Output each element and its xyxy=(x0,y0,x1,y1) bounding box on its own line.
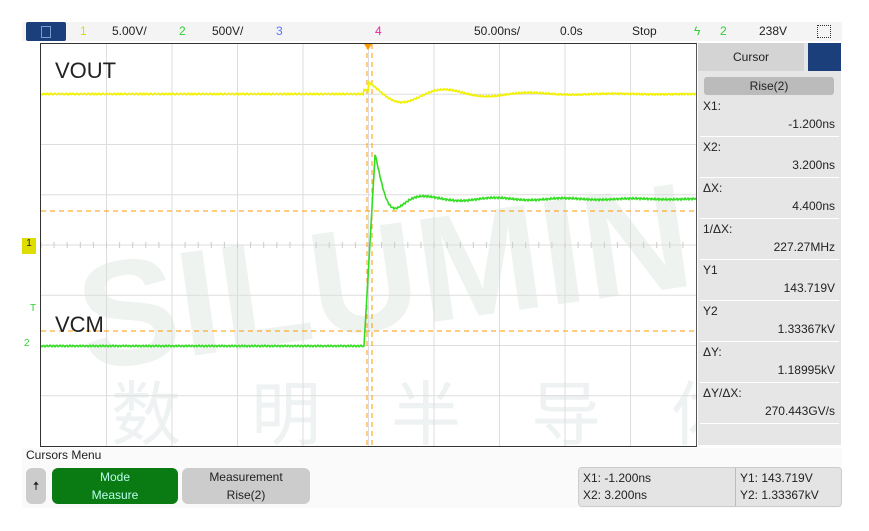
ch1-ground-marker[interactable]: 1 xyxy=(22,238,36,254)
trigger-edge-icon: ϟ xyxy=(694,24,701,38)
cursor-row-value: 1.33367kV xyxy=(777,322,835,336)
menu-icon xyxy=(41,26,51,38)
trigger-level[interactable]: 238V xyxy=(759,24,787,38)
cursor-sidebar: Cursor Rise(2) X1: -1.200ns X2: 3.200ns … xyxy=(698,43,841,445)
waveform-display[interactable]: SILUMIN数明半导体 VOUT VCM xyxy=(40,43,741,454)
vcm-label: VCM xyxy=(55,312,104,337)
measurement-label: Measurement xyxy=(209,470,283,484)
cursor-row-value: 4.400ns xyxy=(792,199,835,213)
cursor-readout: X1: -1.200ns X2: 3.200ns Y1: 143.719V Y2… xyxy=(578,467,842,507)
cursor-row-label: X1: xyxy=(703,99,722,113)
sidebar-menu-button[interactable] xyxy=(808,43,841,71)
cursor-row-label: Y2 xyxy=(703,304,718,318)
cursor-row-value: 227.27MHz xyxy=(773,240,835,254)
ch3-number[interactable]: 3 xyxy=(276,24,283,38)
cursor-row-value: 3.200ns xyxy=(792,158,835,172)
measurement-softkey[interactable]: Measurement Rise(2) xyxy=(182,468,310,504)
mode-label: Mode xyxy=(99,470,131,484)
cursor-mode-select[interactable]: Rise(2) xyxy=(704,77,834,95)
timebase[interactable]: 50.00ns/ xyxy=(474,24,520,38)
waveform-svg: SILUMIN数明半导体 xyxy=(40,44,741,454)
zoom-box-icon[interactable] xyxy=(817,25,831,38)
mode-value: Measure xyxy=(91,488,139,502)
back-button[interactable]: 🠅 xyxy=(26,468,46,504)
cursor-row-value: 1.18995kV xyxy=(777,363,835,377)
ch2-number[interactable]: 2 xyxy=(179,24,186,38)
ch2-ground-marker[interactable]: 2 xyxy=(24,338,30,349)
cursor-row-value: 143.719V xyxy=(783,281,835,295)
cursor-row-label: ΔY: xyxy=(703,345,722,359)
readout-y1: Y1: 143.719V xyxy=(740,471,813,485)
mode-softkey[interactable]: Mode Measure xyxy=(52,468,178,504)
main-menu-button[interactable] xyxy=(26,22,66,41)
ch2-scale[interactable]: 500V/ xyxy=(212,24,243,38)
ch4-number[interactable]: 4 xyxy=(375,24,382,38)
cursor-row-label: ΔX: xyxy=(703,181,723,195)
measurement-value: Rise(2) xyxy=(226,488,266,502)
cursor-row-label: 1/ΔX: xyxy=(703,222,733,236)
readout-y2: Y2: 1.33367kV xyxy=(740,488,819,502)
cursor-row-value: 270.443GV/s xyxy=(764,404,835,418)
readout-x2: X2: 3.200ns xyxy=(583,488,648,502)
delay[interactable]: 0.0s xyxy=(560,24,583,38)
cursor-row-label: Y1 xyxy=(703,263,718,277)
trigger-position-marker xyxy=(364,44,372,50)
watermark-brand: SILUMIN xyxy=(67,150,696,402)
ch1-scale[interactable]: 5.00V/ xyxy=(112,24,147,38)
ch1-number[interactable]: 1 xyxy=(80,24,87,38)
cursor-row-label: X2: xyxy=(703,140,722,154)
trigger-level-marker[interactable]: T xyxy=(30,303,36,314)
cursor-row-label: ΔY/ΔX: xyxy=(703,386,742,400)
run-state[interactable]: Stop xyxy=(632,24,657,38)
sidebar-tab-cursor[interactable]: Cursor xyxy=(698,43,804,71)
watermark-cn: 数明半导体 xyxy=(111,376,696,446)
trigger-source[interactable]: 2 xyxy=(720,24,727,38)
menu-title: Cursors Menu xyxy=(26,448,102,462)
status-bar: 1 5.00V/ 2 500V/ 3 4 50.00ns/ 0.0s Stop … xyxy=(22,22,842,41)
cursor-row-value: -1.200ns xyxy=(788,117,835,131)
readout-x1: X1: -1.200ns xyxy=(583,471,652,485)
vout-label: VOUT xyxy=(55,58,117,83)
